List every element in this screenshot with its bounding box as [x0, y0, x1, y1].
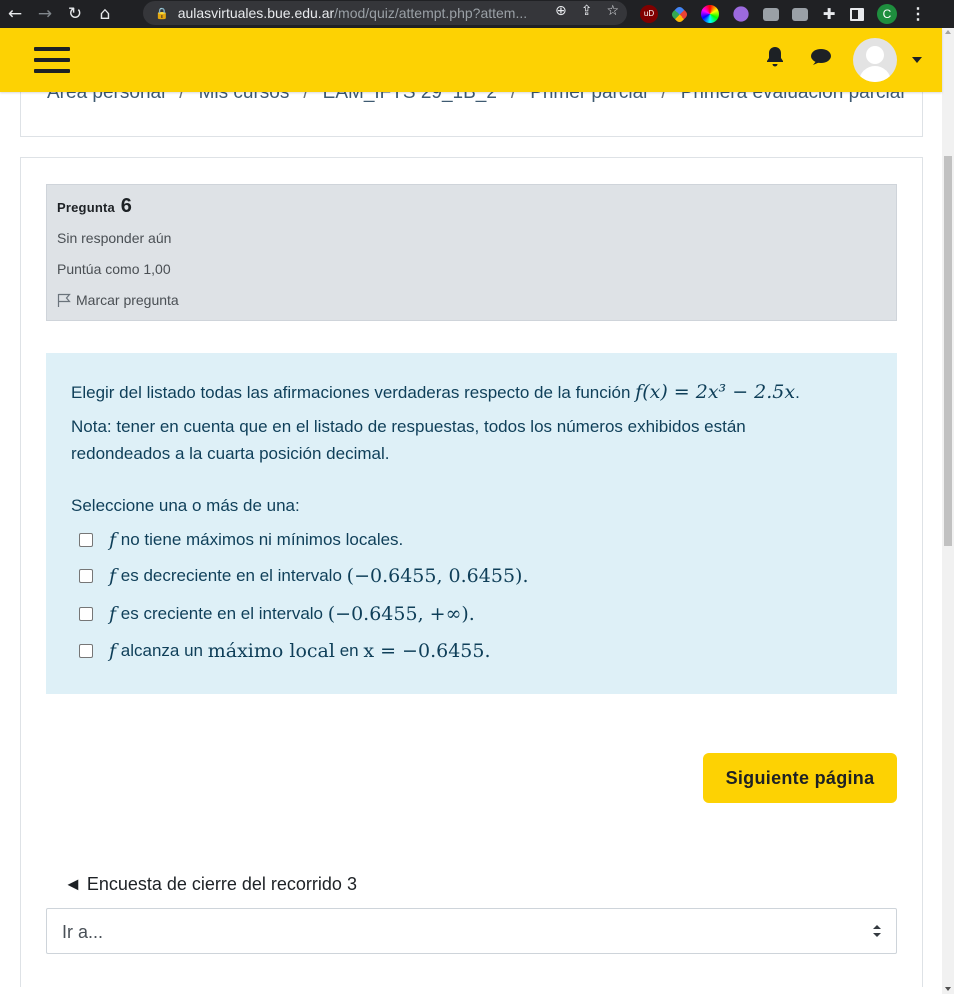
answer-option[interactable]: f es decreciente en el intervalo (−0.645… — [79, 565, 528, 587]
next-page-button[interactable]: Siguiente página — [703, 753, 897, 803]
flag-icon — [57, 293, 71, 307]
bookmark-star-icon[interactable]: ☆ — [606, 3, 619, 19]
notifications-bell-icon[interactable] — [765, 46, 787, 68]
answer-math: (−0.6455, 0.6455). — [346, 565, 529, 587]
back-icon[interactable]: ← — [0, 0, 30, 28]
answer-text: es creciente en el intervalo — [120, 604, 324, 623]
flag-question-link[interactable]: Marcar pregunta — [57, 292, 179, 308]
question-text: Elegir del listado todas las afirmacione… — [71, 381, 800, 403]
url-host: aulasvirtuales.bue.edu.ar — [177, 5, 335, 21]
ublock-extension-icon[interactable]: uD — [640, 5, 658, 23]
answer-f: f — [109, 603, 117, 625]
question-grade: Puntúa como 1,00 — [57, 261, 171, 277]
answer-text: alcanza un — [120, 641, 204, 660]
flag-question-label: Marcar pregunta — [76, 292, 179, 308]
profile-avatar[interactable]: C — [877, 4, 897, 24]
user-menu-caret-icon[interactable] — [912, 57, 922, 63]
jump-to-select-value: Ir a... — [62, 922, 104, 942]
messages-chat-icon[interactable] — [810, 48, 832, 66]
diamond-extension-icon[interactable] — [670, 4, 689, 24]
answer-math: máximo local — [207, 640, 335, 662]
side-panel-icon[interactable] — [850, 7, 864, 21]
site-navbar — [0, 28, 942, 92]
zoom-icon[interactable]: ⊕ — [555, 3, 567, 19]
extensions-puzzle-icon[interactable]: ✚ — [821, 5, 837, 23]
scrollbar-thumb[interactable] — [944, 156, 952, 546]
user-avatar[interactable] — [853, 38, 897, 82]
forward-icon[interactable]: → — [30, 0, 60, 28]
page-scrollbar[interactable] — [942, 28, 954, 994]
home-icon[interactable]: ⌂ — [90, 0, 120, 28]
answer-f: f — [109, 565, 117, 587]
answer-checkbox[interactable] — [79, 644, 93, 658]
question-note: Nota: tener en cuenta que en el listado … — [71, 417, 746, 463]
purple-extension-icon[interactable] — [733, 6, 749, 22]
answer-option[interactable]: f alcanza un máximo local en x = −0.6455… — [79, 640, 491, 662]
answer-text-2: en — [339, 641, 359, 660]
screenshot-extension-icon[interactable] — [792, 7, 808, 21]
question-text-body: Elegir del listado todas las afirmacione… — [71, 383, 631, 402]
browser-menu-icon[interactable]: ⋮ — [910, 4, 926, 24]
question-number: 6 — [120, 195, 133, 217]
reload-icon[interactable]: ↻ — [60, 0, 90, 28]
answer-option[interactable]: f no tiene máximos ni mínimos locales. — [79, 529, 403, 551]
answer-prompt: Seleccione una o más de una: — [71, 496, 300, 515]
color-picker-extension-icon[interactable] — [701, 5, 719, 23]
select-updown-icon — [873, 925, 881, 937]
scroll-down-arrow-icon[interactable] — [945, 987, 951, 991]
answer-checkbox[interactable] — [79, 533, 93, 547]
share-icon[interactable]: ⇪ — [581, 3, 593, 19]
answer-math: (−0.6455, +∞). — [327, 603, 475, 625]
question-state: Sin responder aún — [57, 230, 172, 246]
scroll-up-arrow-icon[interactable] — [945, 30, 951, 34]
address-bar[interactable]: 🔒 aulasvirtuales.bue.edu.ar/mod/quiz/att… — [143, 1, 627, 25]
jump-to-select[interactable]: Ir a... — [46, 908, 897, 954]
answer-f: f — [109, 640, 117, 662]
function-formula: f(x) = 2x³ − 2.5x — [635, 381, 796, 403]
browser-toolbar: ← → ↻ ⌂ 🔒 aulasvirtuales.bue.edu.ar/mod/… — [0, 0, 954, 28]
answer-option[interactable]: f es creciente en el intervalo (−0.6455,… — [79, 603, 475, 625]
lock-icon: 🔒 — [155, 6, 169, 20]
url-path: /mod/quiz/attempt.php?attem... — [334, 5, 528, 21]
question-title: Pregunta 6 — [57, 195, 132, 218]
question-info-panel: Pregunta 6 Sin responder aún Puntúa como… — [46, 184, 897, 321]
camera-extension-icon[interactable] — [763, 7, 779, 21]
question-title-prefix: Pregunta — [57, 200, 115, 215]
answer-checkbox[interactable] — [79, 607, 93, 621]
menu-hamburger-icon[interactable] — [34, 47, 70, 73]
question-content: Elegir del listado todas las afirmacione… — [46, 353, 897, 694]
previous-activity-link[interactable]: ◄ Encuesta de cierre del recorrido 3 — [64, 874, 357, 895]
answer-checkbox[interactable] — [79, 569, 93, 583]
answer-text: no tiene máximos ni mínimos locales. — [120, 530, 404, 549]
answer-text: es decreciente en el intervalo — [120, 566, 342, 585]
answer-f: f — [109, 529, 117, 551]
answer-math-2: x = −0.6455. — [363, 640, 491, 662]
